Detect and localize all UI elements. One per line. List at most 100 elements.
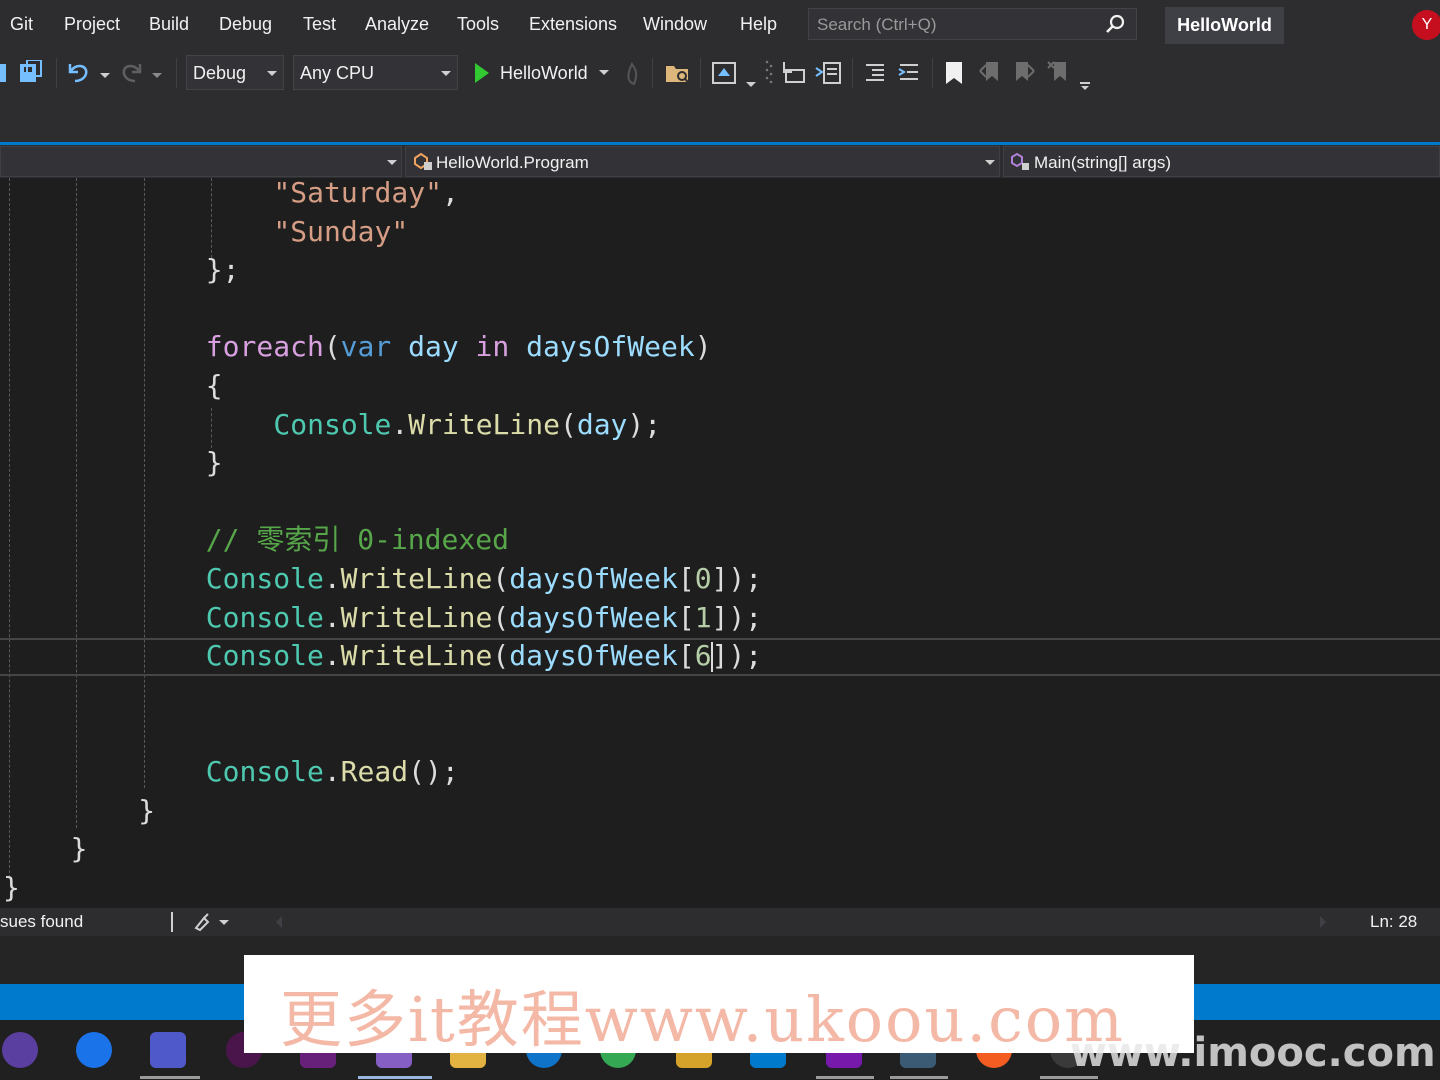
code-line[interactable]: }	[206, 444, 223, 482]
start-debugging-button[interactable]: HelloWorld	[470, 58, 620, 88]
github-desktop-icon[interactable]	[2, 1032, 38, 1068]
code-token-punc: .	[323, 639, 341, 673]
active-app-indicator	[140, 1076, 200, 1079]
solution-explorer-icon[interactable]	[710, 60, 760, 90]
save-all-icon[interactable]	[0, 60, 46, 86]
method-icon	[1011, 152, 1029, 170]
code-token-punc: ();	[408, 755, 459, 788]
line-number-indicator[interactable]: Ln: 28	[1370, 912, 1417, 932]
code-line-current[interactable]: Console.WriteLine(daysOfWeek[6]);	[206, 637, 762, 675]
code-token-punc: }	[70, 832, 88, 866]
code-line[interactable]: // 零索引 0-indexed	[206, 521, 509, 559]
code-token-var: daysOfWeek	[509, 639, 678, 673]
maps-icon[interactable]	[76, 1032, 112, 1068]
code-line[interactable]: foreach(var day in daysOfWeek)	[206, 328, 712, 366]
code-editor[interactable]: "Saturday", "Sunday"}; foreach(var day in …	[0, 178, 1440, 908]
play-icon	[475, 63, 489, 83]
watermark-banner: 更多it教程www.ukoou.com	[244, 955, 1194, 1056]
next-bookmark-icon[interactable]	[1012, 59, 1036, 87]
code-token-comment: // 零索引 0-indexed	[205, 523, 509, 557]
class-icon	[414, 152, 432, 170]
code-token-punc: (	[492, 600, 510, 634]
code-token-type: Console	[273, 407, 392, 441]
hot-reload-icon[interactable]	[622, 62, 642, 86]
code-token-punc: .	[323, 755, 341, 788]
menu-git[interactable]: Git	[10, 14, 33, 35]
solution-name-badge[interactable]: HelloWorld	[1165, 7, 1284, 44]
menu-build[interactable]: Build	[149, 14, 189, 35]
code-token-punc: };	[205, 253, 240, 287]
code-token-punc: (	[492, 639, 510, 673]
code-token-var: day	[408, 330, 459, 364]
toolbar: Debug Any CPU HelloWorld	[0, 50, 1440, 142]
code-line[interactable]: "Saturday",	[273, 178, 458, 212]
menu-tools[interactable]: Tools	[457, 14, 499, 35]
code-line[interactable]: "Sunday"	[273, 213, 408, 251]
code-token-num: 1	[694, 600, 712, 634]
search-input[interactable]: Search (Ctrl+Q)	[808, 8, 1137, 40]
menu-analyze[interactable]: Analyze	[365, 14, 429, 35]
code-token-punc: ]);	[711, 639, 763, 673]
scroll-left-icon[interactable]	[272, 914, 286, 930]
menu-test[interactable]: Test	[303, 14, 336, 35]
menu-extensions[interactable]: Extensions	[529, 14, 617, 35]
teams-icon[interactable]	[150, 1032, 186, 1068]
code-token-type: Console	[205, 755, 324, 788]
code-line[interactable]: }	[138, 792, 155, 830]
menu-project[interactable]: Project	[64, 14, 120, 35]
code-line[interactable]: Console.WriteLine(day);	[273, 406, 661, 444]
code-line[interactable]: }	[71, 830, 88, 868]
code-line[interactable]: Console.Read();	[206, 753, 459, 791]
configuration-dropdown[interactable]: Debug	[186, 55, 284, 90]
code-cleanup-icon[interactable]	[192, 912, 232, 932]
code-line[interactable]: }	[3, 869, 20, 907]
member-scope-label: Main(string[] args)	[1034, 153, 1171, 172]
menu-window[interactable]: Window	[643, 14, 707, 35]
type-scope-dropdown[interactable]: HelloWorld.Program	[405, 146, 1000, 177]
platform-value: Any CPU	[300, 63, 375, 83]
code-line[interactable]: Console.WriteLine(daysOfWeek[1]);	[206, 599, 762, 637]
code-token-var: day	[576, 407, 628, 441]
avatar[interactable]: Y	[1412, 10, 1440, 40]
code-token-method: WriteLine	[340, 639, 493, 673]
code-token-punc: (	[559, 407, 577, 441]
previous-bookmark-icon[interactable]	[978, 59, 1002, 87]
menu-debug[interactable]: Debug	[219, 14, 272, 35]
project-scope-dropdown[interactable]	[0, 146, 402, 177]
code-token-punc: .	[323, 562, 341, 595]
watermark-banner-text: 更多it教程www.ukoou.com	[280, 983, 1125, 1056]
search-icon	[1106, 14, 1125, 33]
indent-guide	[211, 408, 212, 448]
chevron-down-icon	[267, 71, 277, 76]
step-into-icon[interactable]	[780, 60, 808, 86]
code-token-punc: (	[323, 330, 341, 364]
editor-status-bar: sues found Ln: 28	[0, 908, 1440, 936]
code-token-str: "Sunday"	[273, 214, 409, 248]
open-folder-icon[interactable]	[664, 60, 692, 86]
code-token-punc: [	[677, 600, 695, 634]
code-token-punc: .	[323, 600, 341, 634]
platform-dropdown[interactable]: Any CPU	[293, 55, 458, 90]
menu-help[interactable]: Help	[740, 14, 777, 35]
bookmark-icon[interactable]	[942, 59, 966, 87]
code-token-method: WriteLine	[340, 562, 493, 595]
code-line[interactable]: {	[206, 367, 223, 405]
code-line[interactable]: Console.WriteLine(daysOfWeek[0]);	[206, 560, 762, 598]
code-token-punc: ,	[441, 178, 459, 209]
code-line[interactable]: };	[206, 251, 240, 289]
decrease-indent-icon[interactable]	[862, 60, 888, 86]
type-scope-label: HelloWorld.Program	[436, 153, 589, 172]
issues-status[interactable]: sues found	[0, 912, 83, 932]
chevron-down-icon[interactable]	[599, 70, 609, 75]
code-token-str: "Saturday"	[273, 178, 442, 209]
code-token-method: WriteLine	[340, 600, 493, 634]
active-app-indicator	[816, 1076, 874, 1079]
clear-bookmarks-icon[interactable]	[1046, 59, 1096, 91]
properties-icon[interactable]	[814, 60, 842, 86]
member-scope-dropdown[interactable]: Main(string[] args)	[1003, 146, 1440, 177]
code-token-type: Console	[205, 562, 324, 595]
scroll-right-icon[interactable]	[1316, 914, 1330, 930]
redo-icon[interactable]	[118, 60, 164, 86]
undo-icon[interactable]	[66, 60, 112, 86]
increase-indent-icon[interactable]	[896, 60, 922, 86]
